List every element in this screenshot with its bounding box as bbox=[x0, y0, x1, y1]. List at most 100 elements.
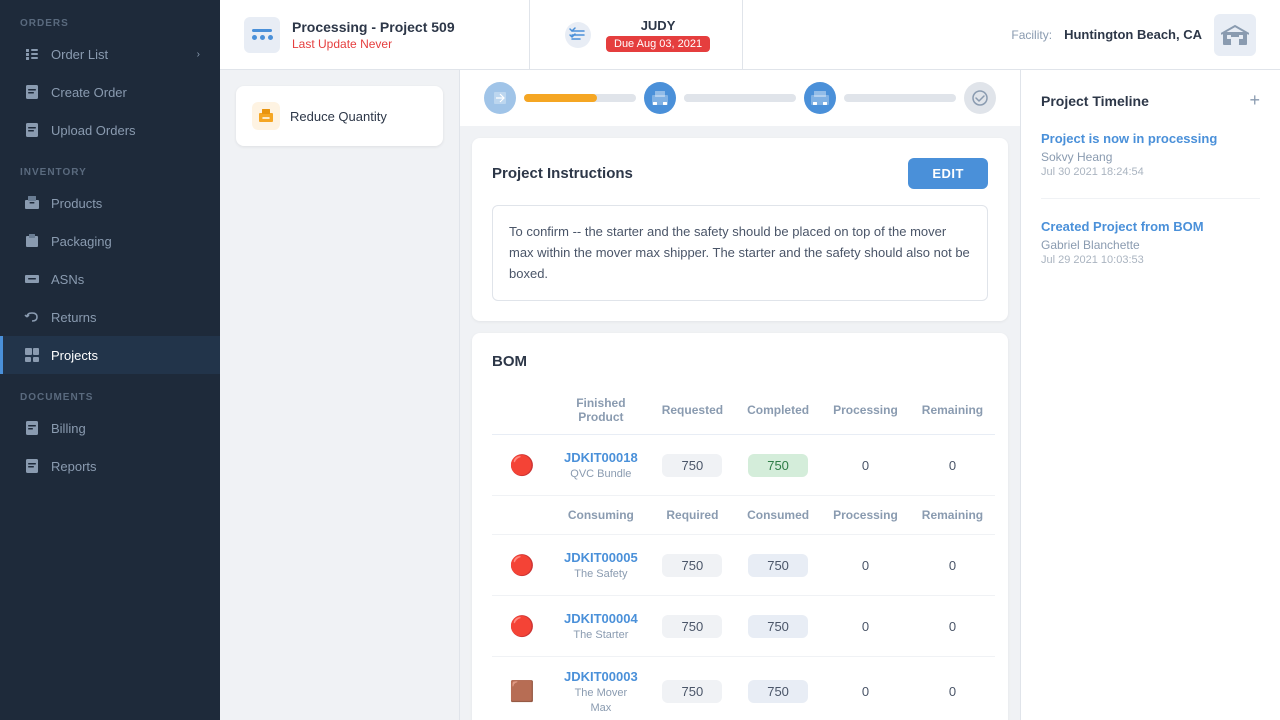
sidebar-item-products-label: Products bbox=[51, 196, 200, 211]
bom-body: 🔴 JDKIT00018 QVC Bundle 750 750 0 0 Cons… bbox=[492, 435, 995, 720]
reduce-quantity-icon bbox=[252, 102, 280, 130]
consuming-item-row: 🟫 JDKIT00003 The Mover Max 750 750 0 0 bbox=[492, 657, 995, 720]
consuming-remaining-qty: 0 bbox=[949, 684, 956, 699]
last-update-label: Last Update bbox=[292, 37, 357, 51]
sidebar: ORDERS Order List › Create Order Upload … bbox=[0, 0, 220, 720]
product-info-cell: JDKIT00018 QVC Bundle bbox=[552, 435, 650, 496]
sidebar-item-returns[interactable]: Returns bbox=[0, 298, 220, 336]
project-icon-dots bbox=[252, 35, 273, 40]
box-icon bbox=[23, 194, 41, 212]
timeline-header: Project Timeline + bbox=[1041, 90, 1260, 111]
instructions-title: Project Instructions bbox=[492, 165, 633, 182]
consuming-thumbnail: 🔴 bbox=[504, 547, 540, 583]
sidebar-item-packaging-label: Packaging bbox=[51, 234, 200, 249]
progress-step-1[interactable] bbox=[484, 82, 516, 114]
facility-label: Facility: bbox=[1011, 28, 1052, 42]
consuming-required-cell: 750 bbox=[650, 657, 735, 720]
consuming-col-remaining: Remaining bbox=[910, 496, 995, 535]
consuming-processing-cell: 0 bbox=[821, 657, 910, 720]
doc-icon bbox=[23, 83, 41, 101]
bom-title: BOM bbox=[492, 353, 527, 370]
topbar: Processing - Project 509 Last Update Nev… bbox=[220, 0, 1280, 70]
reduce-quantity-card[interactable]: Reduce Quantity bbox=[236, 86, 443, 146]
progress-fill bbox=[524, 94, 597, 102]
project-icon bbox=[244, 17, 280, 53]
assignee-info: JUDY Due Aug 03, 2021 bbox=[606, 18, 710, 52]
bom-header: BOM bbox=[492, 353, 988, 370]
progress-track bbox=[524, 94, 636, 102]
sidebar-section-documents: DOCUMENTS Billing Reports bbox=[0, 374, 220, 485]
content-area: Reduce Quantity bbox=[220, 70, 1280, 720]
timeline-author: Sokvy Heang bbox=[1041, 150, 1260, 164]
bom-col-icon bbox=[492, 386, 552, 435]
timeline-date: Jul 29 2021 10:03:53 bbox=[1041, 254, 1260, 266]
project-title: Processing - Project 509 bbox=[292, 19, 455, 35]
consumed-qty: 750 bbox=[748, 554, 808, 577]
bom-card: BOM Finished Product Requested Completed… bbox=[472, 333, 1008, 720]
sidebar-item-products[interactable]: Products bbox=[0, 184, 220, 222]
progress-bar-container bbox=[460, 70, 1020, 126]
consuming-remaining-qty: 0 bbox=[949, 619, 956, 634]
center-panel: Project Instructions EDIT To confirm -- … bbox=[460, 70, 1020, 720]
product-link[interactable]: JDKIT00018 bbox=[564, 450, 638, 465]
sidebar-item-projects[interactable]: Projects bbox=[0, 336, 220, 374]
sidebar-item-projects-label: Projects bbox=[51, 348, 200, 363]
edit-button[interactable]: EDIT bbox=[908, 158, 988, 189]
consumed-qty: 750 bbox=[748, 615, 808, 638]
timeline-title: Project Timeline bbox=[1041, 93, 1149, 109]
project-info: Processing - Project 509 Last Update Nev… bbox=[292, 19, 455, 51]
topbar-assignee: JUDY Due Aug 03, 2021 bbox=[530, 0, 743, 69]
timeline-add-button[interactable]: + bbox=[1249, 90, 1260, 111]
sidebar-item-asns[interactable]: ASNs bbox=[0, 260, 220, 298]
sidebar-item-upload-orders[interactable]: Upload Orders bbox=[0, 111, 220, 149]
right-panel: Project Timeline + Project is now in pro… bbox=[1020, 70, 1280, 720]
sidebar-item-upload-orders-label: Upload Orders bbox=[51, 123, 200, 138]
bom-col-finished-product: Finished Product bbox=[552, 386, 650, 435]
timeline-event: Created Project from BOM bbox=[1041, 219, 1260, 234]
topbar-project: Processing - Project 509 Last Update Nev… bbox=[220, 0, 530, 69]
consuming-link[interactable]: JDKIT00003 bbox=[564, 669, 638, 684]
consuming-icon-cell: 🔴 bbox=[492, 535, 552, 596]
remaining-cell: 0 bbox=[910, 435, 995, 496]
sidebar-item-packaging[interactable]: Packaging bbox=[0, 222, 220, 260]
sidebar-item-create-order[interactable]: Create Order bbox=[0, 73, 220, 111]
consuming-processing-cell: 0 bbox=[821, 596, 910, 657]
project-dot-1 bbox=[252, 35, 257, 40]
consuming-processing-qty: 0 bbox=[862, 619, 869, 634]
sidebar-item-create-order-label: Create Order bbox=[51, 85, 200, 100]
progress-step-4[interactable] bbox=[964, 82, 996, 114]
assignee-name: JUDY bbox=[606, 18, 710, 33]
arrow-icon: › bbox=[197, 49, 200, 60]
consuming-consumed-cell: 750 bbox=[735, 535, 821, 596]
timeline-item: Created Project from BOM Gabriel Blanche… bbox=[1041, 219, 1260, 286]
consumed-qty: 750 bbox=[748, 680, 808, 703]
consuming-icon-cell: 🔴 bbox=[492, 596, 552, 657]
consuming-col-processing: Processing bbox=[821, 496, 910, 535]
consuming-col-consumed: Consumed bbox=[735, 496, 821, 535]
consuming-thumbnail: 🟫 bbox=[504, 674, 540, 710]
consuming-info-cell: JDKIT00005 The Safety bbox=[552, 535, 650, 596]
bom-col-completed: Completed bbox=[735, 386, 821, 435]
product-name: QVC Bundle bbox=[570, 468, 631, 480]
bom-col-requested: Requested bbox=[650, 386, 735, 435]
requested-cell: 750 bbox=[650, 435, 735, 496]
consuming-info-cell: JDKIT00003 The Mover Max bbox=[552, 657, 650, 720]
sidebar-item-billing[interactable]: Billing bbox=[0, 409, 220, 447]
sidebar-item-reports[interactable]: Reports bbox=[0, 447, 220, 485]
timeline-item: Project is now in processing Sokvy Heang… bbox=[1041, 131, 1260, 199]
consuming-processing-cell: 0 bbox=[821, 535, 910, 596]
sidebar-section-label-documents: DOCUMENTS bbox=[0, 374, 220, 409]
progress-step-2[interactable] bbox=[644, 82, 676, 114]
progress-track-2 bbox=[684, 94, 796, 102]
consuming-name: The Starter bbox=[573, 629, 628, 641]
progress-step-3[interactable] bbox=[804, 82, 836, 114]
consuming-consumed-cell: 750 bbox=[735, 657, 821, 720]
consuming-link[interactable]: JDKIT00004 bbox=[564, 611, 638, 626]
topbar-facility: Facility: Huntington Beach, CA bbox=[987, 0, 1280, 69]
consuming-link[interactable]: JDKIT00005 bbox=[564, 550, 638, 565]
sidebar-item-reports-label: Reports bbox=[51, 459, 200, 474]
sidebar-item-order-list[interactable]: Order List › bbox=[0, 35, 220, 73]
warehouse-icon bbox=[1214, 14, 1256, 56]
sidebar-section-inventory: INVENTORY Products Packaging ASNs Return… bbox=[0, 149, 220, 374]
project-dot-3 bbox=[268, 35, 273, 40]
